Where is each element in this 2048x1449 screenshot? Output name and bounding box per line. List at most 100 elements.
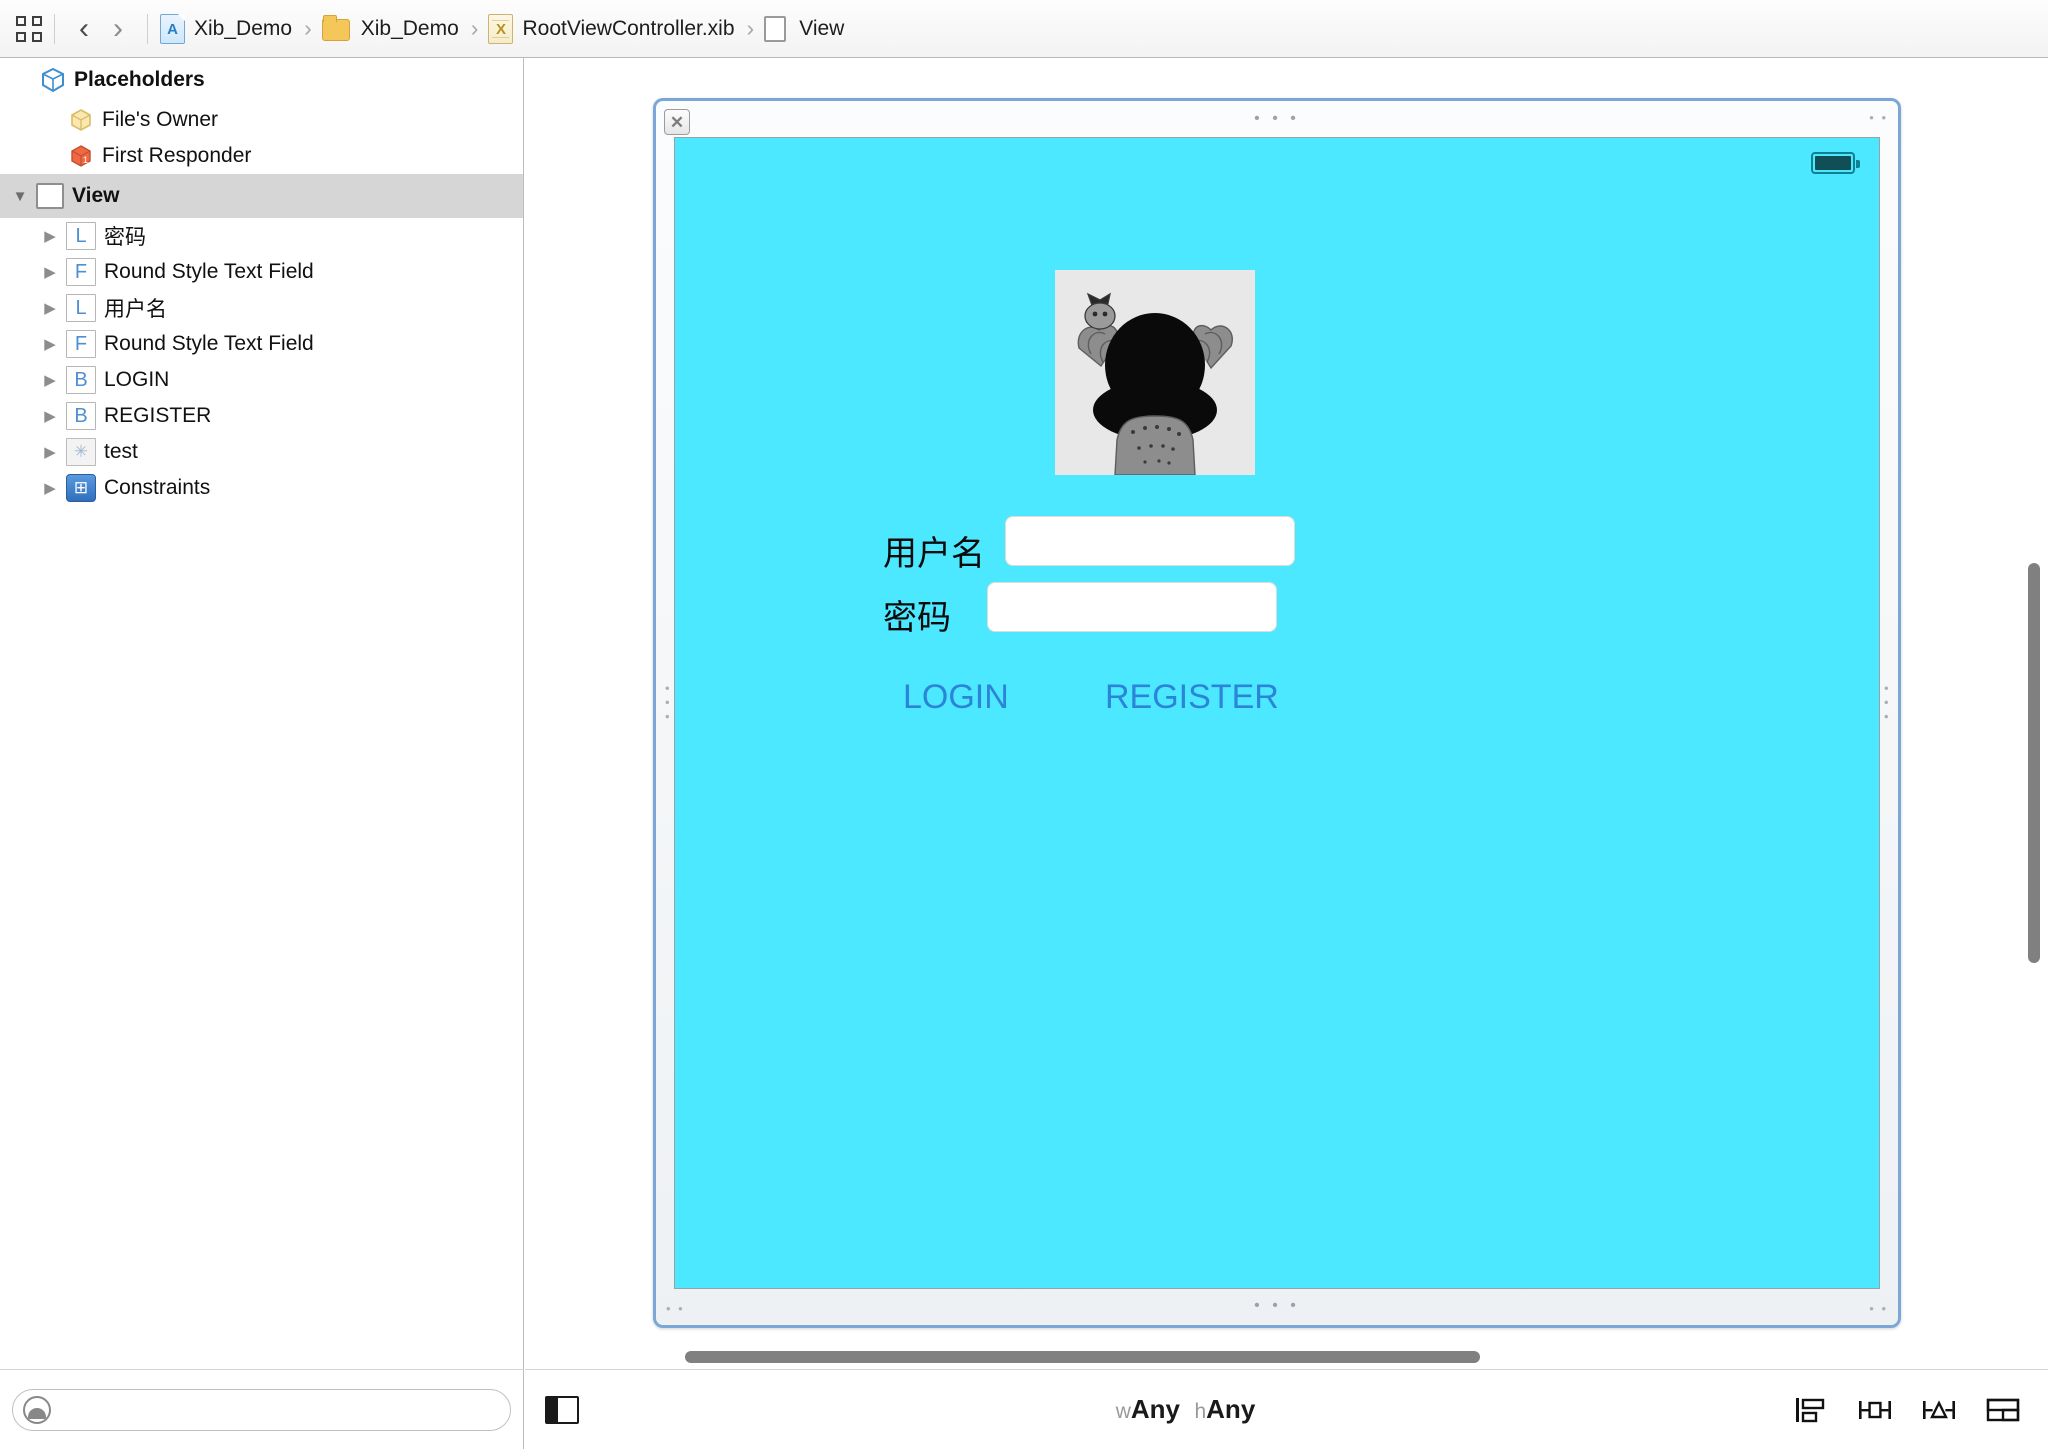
jump-bar: ‹ › A Xib_Demo › Xib_Demo › X RootViewCo… bbox=[0, 0, 2048, 58]
filter-icon[interactable] bbox=[23, 1395, 51, 1424]
outline-item-textfield-username[interactable]: ▶ F Round Style Text Field bbox=[0, 326, 523, 362]
grid-icon[interactable] bbox=[16, 15, 42, 42]
breadcrumb-separator: › bbox=[746, 15, 755, 41]
canvas-bottom-bar: wAny hAny bbox=[525, 1369, 2048, 1449]
view-container[interactable]: ✕ • • • • • • • • • • • • • • • • • • 用户… bbox=[653, 98, 1901, 1328]
outline-item-button-register[interactable]: ▶ B REGISTER bbox=[0, 398, 523, 434]
outline-item-label: REGISTER bbox=[104, 404, 212, 427]
size-class-h-value: Any bbox=[1206, 1394, 1256, 1424]
document-outline-panel[interactable]: Placeholders File's Owner 1 First Respon… bbox=[0, 58, 524, 1369]
bottom-resize-handle[interactable]: • • • bbox=[656, 1287, 1898, 1325]
view-square-icon bbox=[36, 183, 64, 209]
outline-item-view-root[interactable]: ▼ View bbox=[0, 174, 523, 218]
disclosure-triangle-icon[interactable]: ▶ bbox=[40, 409, 60, 424]
breadcrumb-item-xib[interactable]: X RootViewController.xib bbox=[488, 0, 735, 57]
outline-section-placeholders[interactable]: Placeholders bbox=[0, 58, 523, 102]
outline-item-constraints[interactable]: ▶ ⊞ Constraints bbox=[0, 470, 523, 506]
breadcrumb-label: RootViewController.xib bbox=[522, 16, 735, 40]
outline-item-label: Round Style Text Field bbox=[104, 332, 314, 355]
canvas-vertical-scrollbar[interactable] bbox=[2028, 563, 2040, 963]
size-class-h-prefix: h bbox=[1194, 1400, 1207, 1423]
filter-input[interactable] bbox=[59, 1399, 510, 1420]
outline-item-imageview-test[interactable]: ▶ ✳ test bbox=[0, 434, 523, 470]
interface-builder-canvas[interactable]: ✕ • • • • • • • • • • • • • • • • • • 用户… bbox=[525, 58, 2048, 1369]
outline-item-label: Constraints bbox=[104, 476, 211, 499]
resolve-auto-layout-issues-button[interactable] bbox=[1920, 1395, 1958, 1425]
disclosure-triangle-icon[interactable]: ▶ bbox=[40, 481, 60, 496]
breadcrumb-item-folder[interactable]: Xib_Demo bbox=[321, 0, 459, 57]
filter-field[interactable] bbox=[12, 1388, 511, 1431]
outline-item-first-responder[interactable]: 1 First Responder bbox=[0, 138, 523, 174]
image-view-test[interactable] bbox=[1055, 270, 1255, 475]
textfield-badge-icon: F bbox=[66, 330, 96, 358]
outline-item-label: 密码 bbox=[104, 225, 146, 249]
breadcrumb-separator: › bbox=[304, 15, 312, 41]
bottom-left-handle[interactable]: • • bbox=[666, 1302, 685, 1315]
forward-button[interactable]: › bbox=[101, 13, 135, 44]
close-icon[interactable]: ✕ bbox=[664, 109, 690, 135]
size-class-indicator[interactable]: wAny hAny bbox=[579, 1394, 1792, 1425]
breadcrumb-item-project[interactable]: A Xib_Demo bbox=[160, 0, 292, 57]
placeholders-cube-icon bbox=[40, 67, 66, 93]
divider bbox=[54, 13, 55, 44]
outline-item-files-owner[interactable]: File's Owner bbox=[0, 102, 523, 138]
breadcrumb-item-view[interactable]: View bbox=[764, 0, 844, 57]
auto-layout-button-group bbox=[1792, 1395, 2022, 1425]
outline-item-label: 用户名 bbox=[104, 297, 167, 321]
svg-text:1: 1 bbox=[83, 155, 88, 165]
outline-item-button-login[interactable]: ▶ B LOGIN bbox=[0, 362, 523, 398]
outline-item-label: test bbox=[104, 440, 138, 463]
align-button[interactable] bbox=[1792, 1395, 1830, 1425]
disclosure-triangle-icon[interactable]: ▶ bbox=[40, 265, 60, 280]
top-resize-handle[interactable]: • • • bbox=[656, 101, 1898, 137]
view-object-icon bbox=[764, 14, 790, 44]
outline-filter-bar bbox=[0, 1369, 524, 1449]
xib-file-icon: X bbox=[488, 13, 514, 44]
folder-icon bbox=[321, 14, 352, 44]
disclosure-triangle-icon[interactable]: ▶ bbox=[40, 337, 60, 352]
breadcrumb-label: View bbox=[799, 16, 845, 40]
username-input[interactable] bbox=[1005, 516, 1295, 566]
outline-item-textfield-password[interactable]: ▶ F Round Style Text Field bbox=[0, 254, 523, 290]
size-class-w-prefix: w bbox=[1115, 1400, 1131, 1423]
button-badge-icon: B bbox=[66, 366, 96, 394]
first-responder-cube-icon: 1 bbox=[68, 143, 94, 169]
outline-item-label-username[interactable]: ▶ L 用户名 bbox=[0, 290, 523, 326]
right-resize-handle[interactable]: • • • bbox=[1879, 686, 1894, 722]
outline-item-label-password[interactable]: ▶ L 密码 bbox=[0, 218, 523, 254]
resizing-behavior-button[interactable] bbox=[1984, 1395, 2022, 1425]
breadcrumb-label: Xib_Demo bbox=[194, 16, 293, 40]
outline-item-label: View bbox=[72, 184, 120, 207]
disclosure-triangle-icon[interactable]: ▶ bbox=[40, 373, 60, 388]
project-icon: A bbox=[160, 13, 185, 44]
handle-dots: • • • bbox=[1254, 1297, 1300, 1314]
username-label: 用户名 bbox=[883, 534, 985, 574]
button-badge-icon: B bbox=[66, 402, 96, 430]
disclosure-triangle-icon[interactable]: ▶ bbox=[40, 229, 60, 244]
top-right-handle[interactable]: • • bbox=[1869, 111, 1888, 124]
outline-section-label: Placeholders bbox=[74, 68, 205, 91]
password-input[interactable] bbox=[987, 582, 1277, 632]
imageview-badge-icon: ✳ bbox=[66, 438, 96, 466]
canvas-horizontal-scrollbar[interactable] bbox=[685, 1351, 1480, 1363]
outline-item-label: First Responder bbox=[102, 144, 252, 167]
register-button[interactable]: REGISTER bbox=[1105, 678, 1279, 717]
back-button[interactable]: ‹ bbox=[67, 13, 101, 44]
handle-dots: • • • bbox=[1254, 110, 1300, 127]
battery-icon bbox=[1811, 152, 1860, 174]
disclosure-triangle-icon[interactable]: ▶ bbox=[40, 301, 60, 316]
disclosure-triangle-icon[interactable]: ▶ bbox=[40, 445, 60, 460]
document-outline-toggle-icon[interactable] bbox=[545, 1395, 579, 1424]
outline-item-label: Round Style Text Field bbox=[104, 260, 314, 283]
bottom-right-handle[interactable]: • • bbox=[1869, 1302, 1888, 1315]
pin-button[interactable] bbox=[1856, 1395, 1894, 1425]
left-resize-handle[interactable]: • • • bbox=[660, 686, 675, 722]
login-button[interactable]: LOGIN bbox=[903, 678, 1009, 717]
ios-screen[interactable]: 用户名 密码 LOGIN REGISTER bbox=[674, 137, 1880, 1289]
outline-item-label: File's Owner bbox=[102, 108, 219, 131]
outline-item-label: LOGIN bbox=[104, 368, 170, 391]
divider bbox=[147, 13, 148, 44]
disclosure-triangle-icon[interactable]: ▼ bbox=[10, 189, 30, 204]
password-label: 密码 bbox=[883, 598, 951, 638]
size-class-w-value: Any bbox=[1130, 1394, 1181, 1424]
